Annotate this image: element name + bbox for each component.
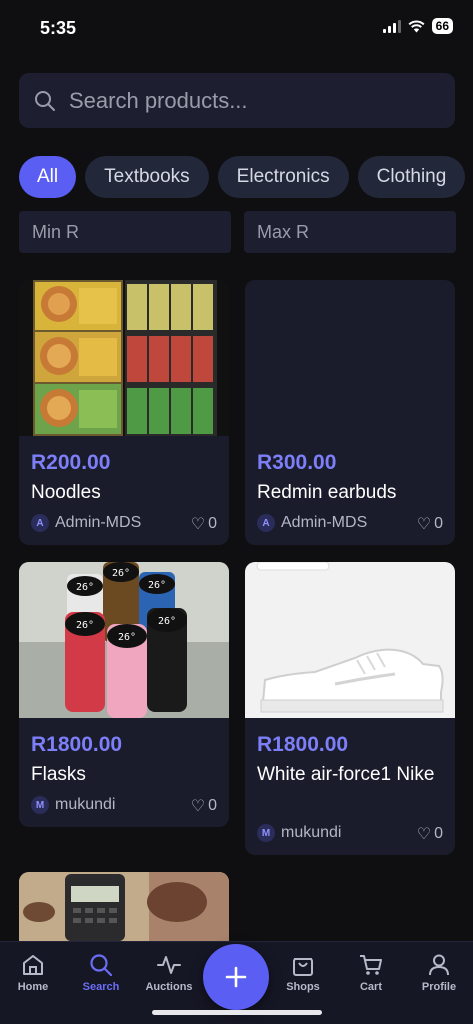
status-icons: 66 xyxy=(382,18,453,34)
min-price-field[interactable] xyxy=(19,211,231,253)
product-title: Flasks xyxy=(31,764,86,785)
max-price-input[interactable] xyxy=(257,221,447,243)
heart-icon: ♡ xyxy=(416,826,432,843)
product-price: R200.00 xyxy=(31,451,111,474)
add-product-button[interactable] xyxy=(203,944,269,1010)
like-count: 0 xyxy=(208,515,217,532)
nav-search[interactable]: Search xyxy=(71,952,131,993)
nav-search-label: Search xyxy=(82,981,120,993)
category-chip-electronics[interactable]: Electronics xyxy=(217,156,349,198)
like-count: 0 xyxy=(434,515,443,532)
product-card-calculator[interactable] xyxy=(19,872,229,941)
nav-profile-label: Profile xyxy=(421,981,457,993)
status-time: 5:35 xyxy=(40,18,77,38)
nav-cart-label: Cart xyxy=(359,981,382,993)
category-chip-textbooks[interactable]: Textbooks xyxy=(85,156,209,198)
seller-name: mukundi xyxy=(55,796,116,813)
product-card-sneakers[interactable]: R1800.00 White air-force1 Nike M mukundi… xyxy=(245,562,455,855)
search-input[interactable] xyxy=(69,87,429,114)
shopping-bag-icon xyxy=(293,958,313,976)
cart-icon xyxy=(360,955,382,975)
product-title: Redmin earbuds xyxy=(257,482,397,503)
product-price: R1800.00 xyxy=(31,733,123,756)
nav-home[interactable]: Home xyxy=(3,952,63,993)
user-icon xyxy=(429,954,449,976)
nav-profile[interactable]: Profile xyxy=(409,952,469,993)
home-icon xyxy=(23,955,43,975)
product-image-calculator xyxy=(19,872,229,941)
nav-cart[interactable]: Cart xyxy=(341,952,401,993)
seller-name: mukundi xyxy=(281,824,342,841)
flask-display-text: 26° xyxy=(148,580,166,591)
product-title: White air-force1 Nike xyxy=(257,764,435,785)
min-price-input[interactable] xyxy=(32,221,222,243)
product-card-flasks[interactable]: 26° 26° 26° 26° 26° 26° R1800.00 Flasks … xyxy=(19,562,229,827)
search-icon xyxy=(35,90,55,111)
search-bar[interactable] xyxy=(19,73,455,128)
product-card-noodles[interactable]: R200.00 Noodles A Admin-MDS ♡ 0 xyxy=(19,280,229,545)
avatar: M xyxy=(257,824,275,842)
nav-auctions[interactable]: Auctions xyxy=(139,952,199,993)
product-title: Noodles xyxy=(31,482,101,503)
signal-icon xyxy=(382,19,401,33)
activity-icon xyxy=(157,956,181,974)
avatar: A xyxy=(31,514,49,532)
category-chip-clothing[interactable]: Clothing xyxy=(357,156,466,198)
flask-display-text: 26° xyxy=(112,568,130,579)
product-card-earbuds[interactable]: R300.00 Redmin earbuds A Admin-MDS ♡ 0 xyxy=(245,280,455,545)
status-bar: 5:35 66 xyxy=(0,0,473,58)
category-chip-all[interactable]: All xyxy=(19,156,77,198)
heart-icon: ♡ xyxy=(190,798,206,815)
like-count: 0 xyxy=(434,825,443,842)
plus-icon xyxy=(225,966,247,988)
home-indicator[interactable] xyxy=(152,1010,322,1015)
nav-shops[interactable]: Shops xyxy=(273,952,333,993)
avatar: A xyxy=(257,514,275,532)
product-image-earbuds xyxy=(245,280,455,436)
product-price: R1800.00 xyxy=(257,733,349,756)
nav-shops-label: Shops xyxy=(286,981,320,993)
product-seller: M mukundi xyxy=(31,796,115,814)
seller-name: Admin-MDS xyxy=(281,514,368,531)
max-price-field[interactable] xyxy=(244,211,456,253)
like-button[interactable]: ♡ 0 xyxy=(191,514,217,534)
product-seller: M mukundi xyxy=(257,824,341,842)
nav-auctions-label: Auctions xyxy=(145,981,193,993)
heart-icon: ♡ xyxy=(416,516,432,533)
like-button[interactable]: ♡ 0 xyxy=(417,824,443,844)
like-count: 0 xyxy=(208,797,217,814)
flask-display-text: 26° xyxy=(76,582,94,593)
battery-icon: 66 xyxy=(431,18,453,34)
product-image-flasks: 26° 26° 26° 26° 26° 26° xyxy=(19,562,229,718)
heart-icon: ♡ xyxy=(190,516,206,533)
seller-name: Admin-MDS xyxy=(55,514,142,531)
nav-home-label: Home xyxy=(17,981,49,993)
category-filter: All Textbooks Electronics Clothing xyxy=(19,156,473,198)
flask-display-text: 26° xyxy=(158,616,176,627)
avatar: M xyxy=(31,796,49,814)
product-image-noodles xyxy=(19,280,229,436)
product-seller: A Admin-MDS xyxy=(257,514,367,532)
product-seller: A Admin-MDS xyxy=(31,514,141,532)
flask-display-text: 26° xyxy=(118,632,136,643)
like-button[interactable]: ♡ 0 xyxy=(417,514,443,534)
like-button[interactable]: ♡ 0 xyxy=(191,796,217,816)
wifi-icon xyxy=(408,19,425,32)
product-image-sneakers xyxy=(245,562,455,718)
flask-display-text: 26° xyxy=(76,620,94,631)
product-price: R300.00 xyxy=(257,451,337,474)
search-icon xyxy=(90,954,113,977)
